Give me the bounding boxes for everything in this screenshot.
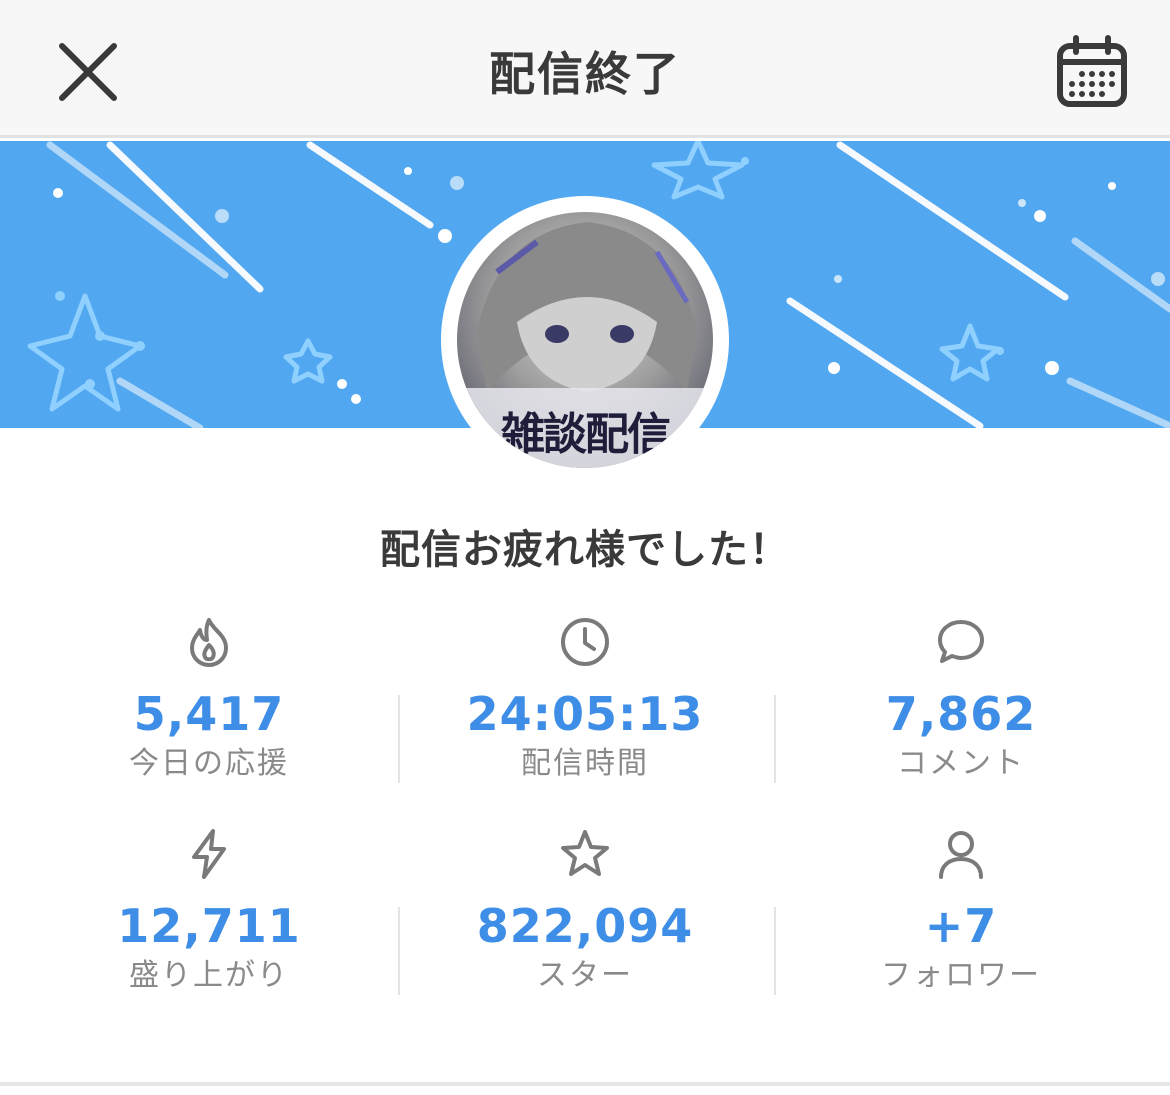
avatar-image: 雑談配信: [457, 212, 713, 468]
stat-followers: +7 フォロワー: [773, 827, 1149, 995]
comment-icon: [938, 620, 984, 663]
header-bar: 配信終了: [0, 0, 1170, 138]
stat-label: スター: [537, 958, 633, 993]
clock-icon: [561, 618, 609, 666]
star-icon: [561, 830, 609, 876]
stat-excitement: 12,711 盛り上がり: [21, 827, 397, 995]
stat-stars: 822,094 スター: [397, 827, 773, 995]
stat-value: 7,862: [885, 687, 1037, 741]
completion-message: 配信お疲れ様でした！: [380, 527, 790, 573]
stat-divider: [398, 907, 400, 995]
stat-value: 24:05:13: [466, 687, 704, 741]
page-title: 配信終了: [489, 47, 681, 101]
lightning-icon: [192, 829, 226, 879]
stat-duration: 24:05:13 配信時間: [397, 615, 773, 783]
flame-icon: [190, 618, 228, 667]
stat-label: フォロワー: [881, 958, 1041, 993]
bottom-divider: [0, 1082, 1170, 1086]
avatar-logo-text: 雑談配信: [501, 409, 671, 460]
stat-cheers: 5,417 今日の応援: [21, 615, 397, 783]
stat-label: 盛り上がり: [129, 958, 289, 993]
stat-label: 今日の応援: [129, 746, 289, 781]
person-icon: [939, 831, 983, 879]
calendar-button[interactable]: [1056, 34, 1130, 110]
stat-divider: [398, 695, 400, 783]
stat-label: コメント: [897, 746, 1025, 781]
stat-divider: [774, 907, 776, 995]
calendar-icon: [1057, 35, 1127, 107]
stat-value: +7: [924, 899, 998, 953]
stat-value: 5,417: [133, 687, 285, 741]
stat-divider: [774, 695, 776, 783]
stat-label: 配信時間: [521, 746, 649, 781]
avatar[interactable]: 雑談配信: [441, 196, 729, 484]
stat-comments: 7,862 コメント: [773, 615, 1149, 783]
stat-value: 12,711: [117, 899, 301, 953]
stat-value: 822,094: [476, 899, 694, 953]
